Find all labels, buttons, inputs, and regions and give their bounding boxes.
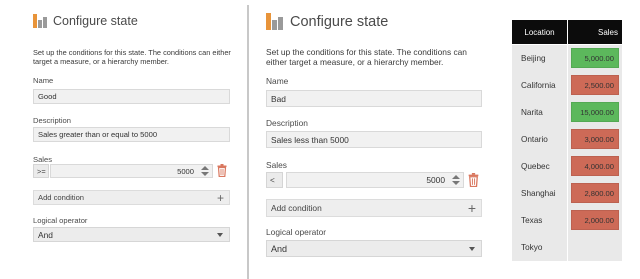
location-cell: Quebec [512, 153, 567, 180]
sales-label: Sales [33, 155, 52, 164]
configure-state-panel-bad: Configure state Set up the conditions fo… [252, 0, 504, 279]
logical-operator-label: Logical operator [33, 216, 88, 225]
sales-cell: 3,000.00 [568, 126, 622, 153]
panel-header: Configure state [266, 13, 388, 30]
spinner-arrows-icon[interactable] [201, 166, 209, 176]
sales-cell: 2,000.00 [568, 207, 622, 234]
trash-icon[interactable] [468, 173, 479, 192]
add-condition-button[interactable]: Add condition + [266, 199, 482, 217]
location-cell: Ontario [512, 126, 567, 153]
sales-value: 3,000.00 [571, 129, 619, 150]
table-row: California 2,500.00 [512, 72, 622, 99]
operator-select[interactable]: < [266, 172, 283, 188]
description-label: Description [266, 118, 308, 128]
sales-label: Sales [266, 160, 287, 170]
sales-value: 4,000.00 [571, 156, 619, 177]
sales-cell: 5,000.00 [568, 45, 622, 72]
description-field[interactable]: Sales less than 5000 [266, 131, 482, 148]
sales-cell: 2,500.00 [568, 72, 622, 99]
chevron-down-icon [469, 246, 475, 251]
sales-value: 2,800.00 [571, 183, 619, 204]
sales-cell [568, 234, 622, 261]
location-cell: Beijing [512, 45, 567, 72]
page-title: Configure state [53, 14, 138, 28]
sales-value-text: 5000 [177, 166, 194, 176]
sales-value-text: 5000 [426, 175, 445, 185]
column-header-location[interactable]: Location [512, 20, 567, 44]
location-cell: Tokyo [512, 234, 567, 261]
sales-cell: 15,000.00 [568, 99, 622, 126]
add-condition-button[interactable]: Add condition + [33, 190, 230, 205]
name-field[interactable]: Bad [266, 90, 482, 107]
table-row: Texas 2,000.00 [512, 207, 622, 234]
logical-operator-select[interactable]: And [33, 227, 230, 242]
sales-cell: 2,800.00 [568, 180, 622, 207]
bar-chart-logo-icon [266, 13, 284, 30]
spinner-arrows-icon[interactable] [452, 175, 460, 185]
panel-description: Set up the conditions for this state. Th… [33, 48, 231, 66]
logical-operator-value: And [38, 229, 53, 240]
chevron-down-icon [217, 232, 223, 237]
plus-icon: + [216, 190, 224, 205]
plus-icon: + [467, 200, 476, 216]
location-cell: Shanghai [512, 180, 567, 207]
sales-value: 5,000.00 [571, 48, 619, 69]
page-title: Configure state [290, 13, 389, 30]
description-label: Description [33, 116, 71, 125]
table-row: Quebec 4,000.00 [512, 153, 622, 180]
panel-divider [247, 5, 249, 279]
location-cell: Texas [512, 207, 567, 234]
sales-value-field[interactable]: 5000 [286, 172, 464, 188]
add-condition-label: Add condition [38, 193, 85, 202]
panel-header: Configure state [33, 14, 138, 28]
name-label: Name [266, 76, 289, 86]
column-header-sales[interactable]: Sales [568, 20, 622, 44]
name-field[interactable]: Good [33, 89, 230, 104]
bar-chart-logo-icon [33, 14, 48, 28]
name-label: Name [33, 76, 54, 85]
sales-value-field[interactable]: 5000 [50, 164, 213, 178]
configure-state-panel-good: Configure state Set up the conditions fo… [0, 0, 246, 279]
sales-cell: 4,000.00 [568, 153, 622, 180]
add-condition-label: Add condition [271, 203, 322, 213]
location-cell: California [512, 72, 567, 99]
table-row: Narita 15,000.00 [512, 99, 622, 126]
sales-value: 2,000.00 [571, 210, 619, 231]
logical-operator-select[interactable]: And [266, 240, 482, 257]
location-cell: Narita [512, 99, 567, 126]
panel-description: Set up the conditions for this state. Th… [266, 47, 467, 67]
sales-value: 2,500.00 [571, 75, 619, 96]
sales-value [571, 237, 619, 257]
operator-select[interactable]: >= [33, 164, 49, 178]
table-row: Ontario 3,000.00 [512, 126, 622, 153]
logical-operator-value: And [271, 243, 288, 254]
sales-value: 15,000.00 [571, 102, 619, 123]
description-field[interactable]: Sales greater than or equal to 5000 [33, 127, 230, 142]
logical-operator-label: Logical operator [266, 227, 327, 237]
trash-icon[interactable] [217, 164, 227, 182]
table-row: Tokyo [512, 234, 622, 261]
table-row: Shanghai 2,800.00 [512, 180, 622, 207]
table-row: Beijing 5,000.00 [512, 45, 622, 72]
